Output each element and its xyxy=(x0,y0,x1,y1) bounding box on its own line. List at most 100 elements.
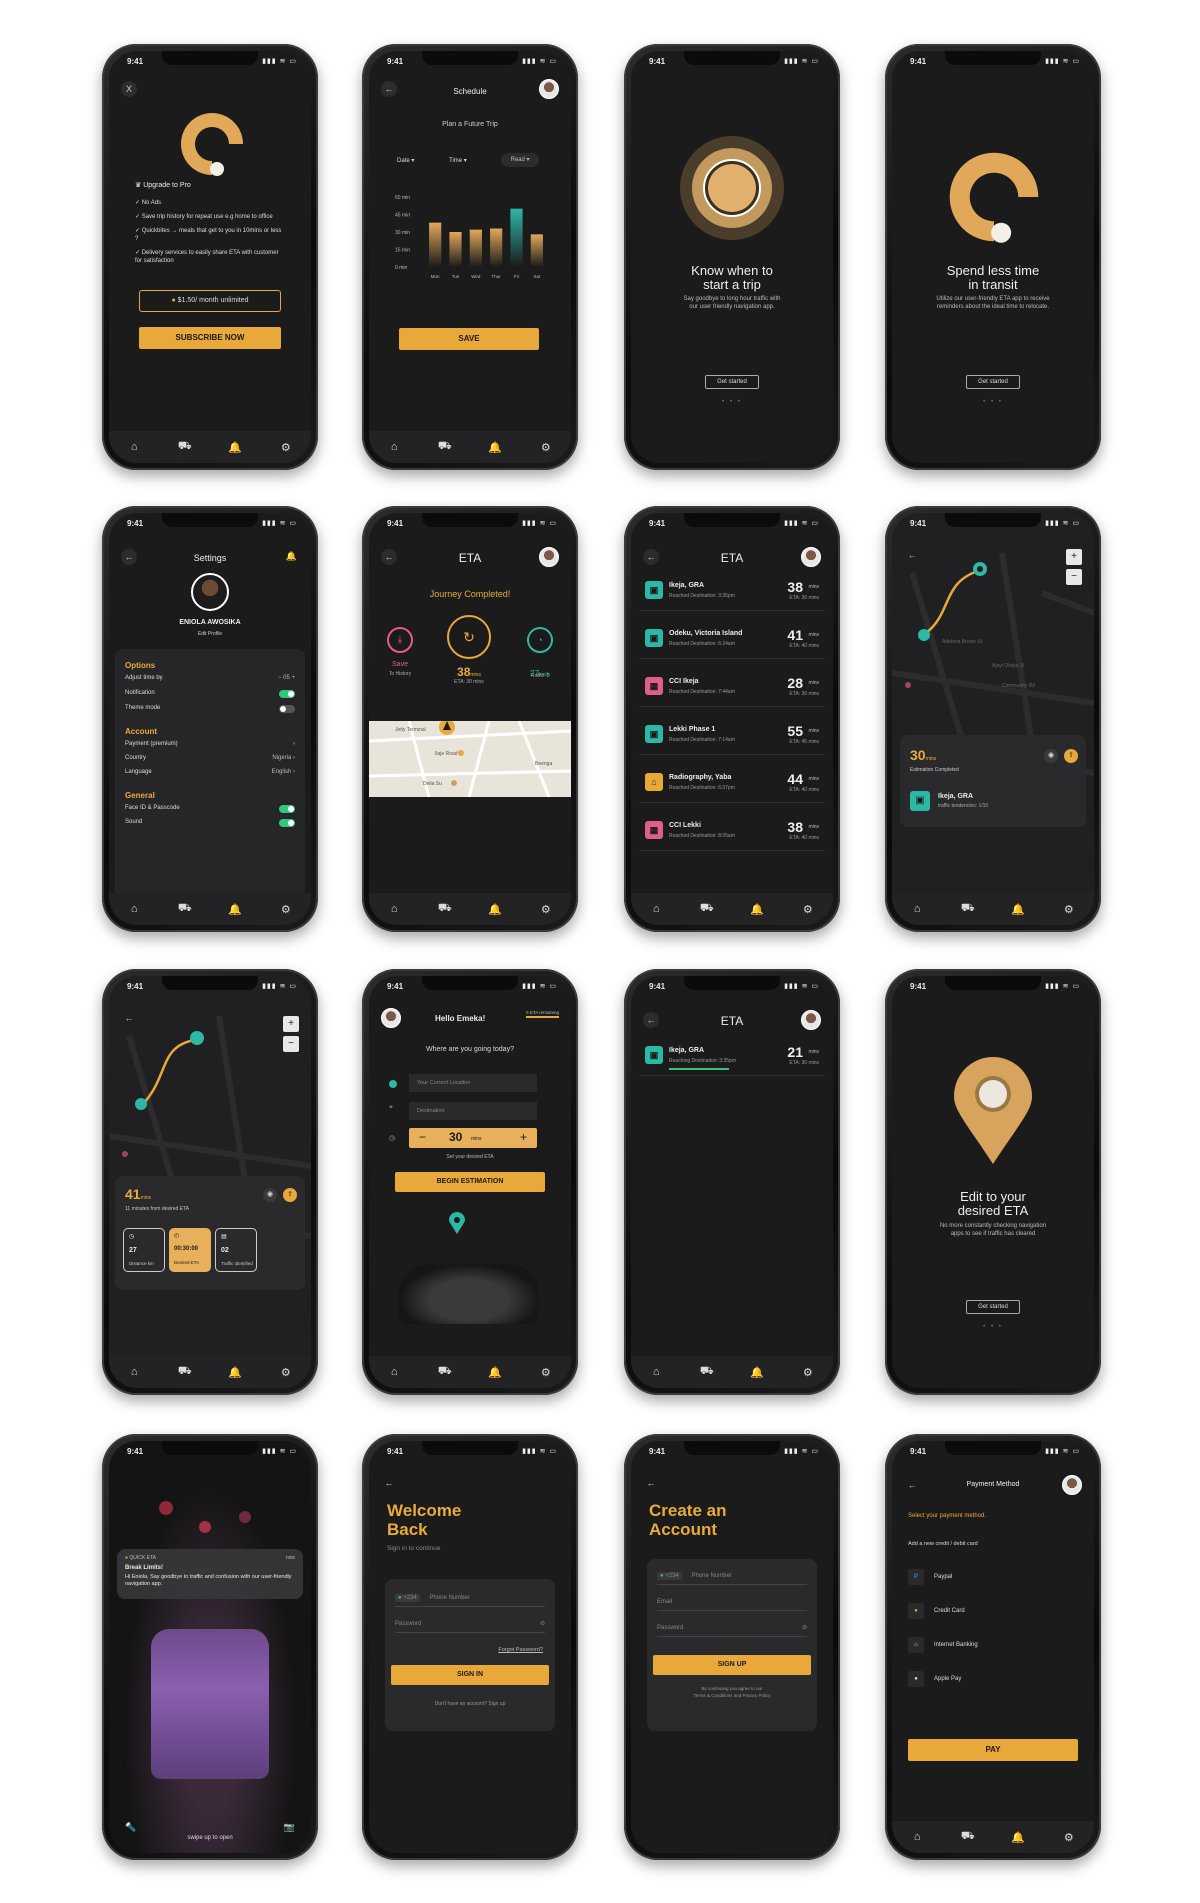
signup-prompt[interactable]: Don't have an account? Sign up xyxy=(385,1701,555,1707)
decrement-button[interactable]: − xyxy=(419,1130,426,1144)
bell-icon[interactable]: 🔔 xyxy=(286,551,297,562)
home-icon[interactable]: ⌂ xyxy=(384,1366,404,1378)
bell-icon[interactable]: 🔔 xyxy=(1008,1831,1028,1844)
stat-tile-active[interactable]: ◴ 00:30:00 Desired ETA xyxy=(169,1228,211,1272)
bell-icon[interactable]: 🔔 xyxy=(1008,903,1028,916)
edit-profile-link[interactable]: Edit Profile xyxy=(109,631,311,637)
back-button[interactable]: ← xyxy=(904,547,920,563)
back-button[interactable]: ← xyxy=(121,1010,137,1026)
chart-bar[interactable] xyxy=(449,232,462,267)
gear-icon[interactable]: ⚙ xyxy=(1059,903,1079,916)
get-started-button[interactable]: Get started xyxy=(705,375,759,389)
method-credit-card[interactable]: ● Credit Card xyxy=(908,1603,1078,1619)
download-icon[interactable]: ⤓ xyxy=(387,627,413,653)
bell-icon[interactable]: 🔔 xyxy=(747,903,767,916)
flashlight-icon[interactable]: 🔦 xyxy=(125,1822,136,1833)
bell-icon[interactable]: 🔔 xyxy=(485,1366,505,1379)
setting-country[interactable]: Country Nigeria › xyxy=(125,755,295,767)
country-code[interactable]: ● +234 xyxy=(395,1594,420,1602)
chart-bar[interactable] xyxy=(510,208,523,267)
share-icon[interactable]: ⇪ xyxy=(283,1188,297,1202)
trip-row[interactable]: ▦ CCI Ikeja Reached Destination: 7:44am 28 m… xyxy=(639,669,825,707)
sound-toggle[interactable] xyxy=(279,819,295,827)
get-started-button[interactable]: Get started xyxy=(966,1300,1020,1314)
pay-button[interactable]: PAY xyxy=(908,1739,1078,1761)
car-icon[interactable]: ⛟ xyxy=(435,440,455,454)
avatar[interactable] xyxy=(1062,1475,1082,1495)
profile-photo[interactable] xyxy=(191,573,229,611)
pin-icon[interactable]: ◉ xyxy=(263,1188,277,1202)
pin-icon[interactable]: ◉ xyxy=(1044,749,1058,763)
stat-tile[interactable]: ▤ 02 Traffic Identified xyxy=(215,1228,257,1272)
close-button[interactable]: X xyxy=(121,81,137,97)
car-icon[interactable]: ⛟ xyxy=(175,902,195,916)
home-icon[interactable]: ⌂ xyxy=(384,441,404,453)
back-button[interactable]: ← xyxy=(381,1475,397,1491)
bell-icon[interactable]: 🔔 xyxy=(485,441,505,454)
method-paypal[interactable]: P Paypal xyxy=(908,1569,1078,1585)
notification-card[interactable]: ● QUICK ETA now Break Limits! Hi Eniola,… xyxy=(117,1549,303,1599)
subscribe-button[interactable]: SUBSCRIBE NOW xyxy=(139,327,281,349)
avatar[interactable] xyxy=(539,79,559,99)
trip-row[interactable]: ▣ Odeku, Victoria Island Reached Destinati… xyxy=(639,621,825,659)
destination-input[interactable]: Destination xyxy=(409,1102,537,1120)
home-icon[interactable]: ⌂ xyxy=(384,903,404,915)
current-location-input[interactable]: Your Current Location xyxy=(409,1074,537,1092)
home-icon[interactable]: ⌂ xyxy=(907,903,927,915)
add-card-link[interactable]: Add a new credit / debit card xyxy=(908,1541,978,1547)
password-field[interactable]: Password ⊘ xyxy=(657,1619,807,1637)
notification-toggle[interactable] xyxy=(279,690,295,698)
car-icon[interactable]: ⛟ xyxy=(435,902,455,916)
bell-icon[interactable]: 🔔 xyxy=(225,441,245,454)
home-icon[interactable]: ⌂ xyxy=(646,903,666,915)
avatar[interactable] xyxy=(801,1010,821,1030)
chart-bar[interactable] xyxy=(530,234,543,267)
trip-row[interactable]: ▣ Ikeja, GRA Reaching Destination: 3:35pm 2… xyxy=(639,1038,825,1076)
adjust-stepper[interactable]: − 05 + xyxy=(278,675,295,681)
setting-payment[interactable]: Payment (premium) › xyxy=(125,741,295,753)
home-icon[interactable]: ⌂ xyxy=(124,441,144,453)
car-icon[interactable]: ⛟ xyxy=(958,1830,978,1844)
trip-row[interactable]: ▣ Ikeja, GRA Reached Destination: 3:35pm 38… xyxy=(639,573,825,611)
password-field[interactable]: Password ⊘ xyxy=(395,1615,545,1633)
avatar[interactable] xyxy=(801,547,821,567)
stat-tile[interactable]: ◷ 27 Distance km xyxy=(123,1228,165,1272)
gear-icon[interactable]: ⚙ xyxy=(1059,1831,1079,1844)
share-icon[interactable]: ⇪ xyxy=(1064,749,1078,763)
chart-bar[interactable] xyxy=(490,228,503,268)
filter-read[interactable]: Read ▾ xyxy=(501,153,539,167)
save-button[interactable]: SAVE xyxy=(399,328,539,350)
method-apple-pay[interactable]: ● Apple Pay xyxy=(908,1671,1078,1687)
car-icon[interactable]: ⛟ xyxy=(697,902,717,916)
eye-off-icon[interactable]: ⊘ xyxy=(802,1619,807,1637)
back-button[interactable]: ← xyxy=(643,1475,659,1491)
phone-field[interactable]: ● +234 Phone Number xyxy=(395,1589,545,1607)
sign-in-button[interactable]: SIGN IN xyxy=(391,1665,549,1685)
car-icon[interactable]: ⛟ xyxy=(175,440,195,454)
email-field[interactable]: Email xyxy=(657,1593,807,1611)
bell-icon[interactable]: 🔔 xyxy=(747,1366,767,1379)
gear-icon[interactable]: ⚙ xyxy=(276,441,296,454)
route-map[interactable]: Jetty Terminal Ilaje Road Beenga Delia S… xyxy=(369,719,571,798)
forgot-password-link[interactable]: Forgot Password? xyxy=(498,1647,543,1653)
gear-icon[interactable]: ⚙ xyxy=(536,903,556,916)
camera-icon[interactable]: 📷 xyxy=(284,1822,295,1833)
faceid-toggle[interactable] xyxy=(279,805,295,813)
phone-field[interactable]: ● +234 Phone Number xyxy=(657,1567,807,1585)
trip-row[interactable]: ▣ Lekki Phase 1 Reached Destination: 7:14a… xyxy=(639,717,825,755)
car-icon[interactable]: ⛟ xyxy=(175,1365,195,1379)
gear-icon[interactable]: ⚙ xyxy=(276,1366,296,1379)
home-icon[interactable]: ⌂ xyxy=(907,1831,927,1843)
chart-bar[interactable] xyxy=(429,222,442,267)
terms-link[interactable]: Terms & Conditions and Privacy Policy xyxy=(647,1692,817,1699)
speedometer-icon[interactable]: ◔ xyxy=(527,627,553,653)
price-option[interactable]: ● $1.50/ month unlimited xyxy=(139,290,281,312)
method-internet-banking[interactable]: ⌂ Internet Banking xyxy=(908,1637,1078,1653)
sign-up-button[interactable]: SIGN UP xyxy=(653,1655,811,1675)
zoom-in-button[interactable]: + xyxy=(283,1016,299,1032)
car-icon[interactable]: ⛟ xyxy=(958,902,978,916)
eye-off-icon[interactable]: ⊘ xyxy=(540,1615,545,1633)
trip-row[interactable]: ▦ CCI Lekki Reached Destination: 8:05am 38 m… xyxy=(639,813,825,851)
filter-date[interactable]: Date ▾ xyxy=(397,157,414,164)
increment-button[interactable]: + xyxy=(520,1130,527,1144)
